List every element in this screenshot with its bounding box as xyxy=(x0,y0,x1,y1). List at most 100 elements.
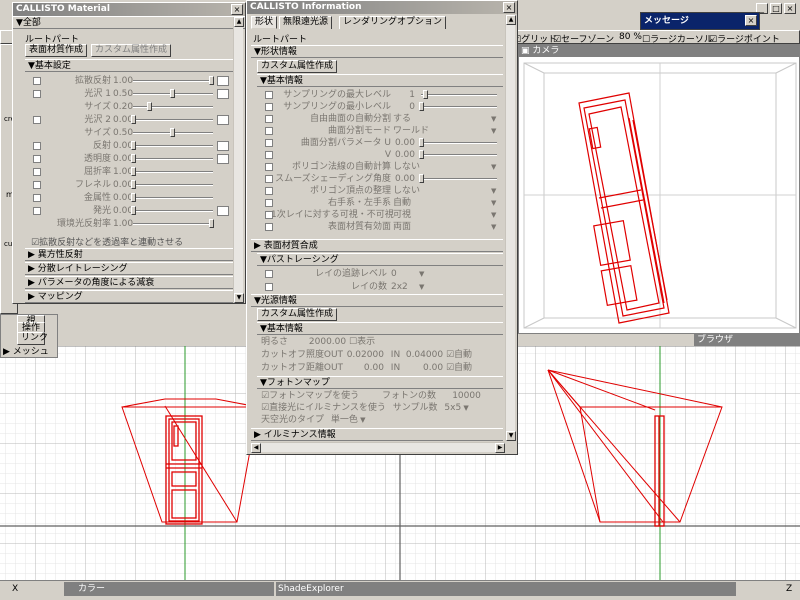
material-param-slider-track[interactable] xyxy=(133,158,213,160)
shape-param-value[interactable]: 0.00 xyxy=(393,149,415,161)
path-tracing-section[interactable]: ▼パストレーシング xyxy=(257,253,503,266)
chevron-down-icon[interactable]: ▼ xyxy=(491,161,496,173)
material-scrollbar[interactable]: ▲ ▼ xyxy=(233,17,244,303)
light-custom-attribute-button[interactable]: カスタム属性作成 xyxy=(257,308,338,321)
material-param-slider-thumb[interactable] xyxy=(209,76,214,85)
tab-render-options[interactable]: レンダリングオプション xyxy=(339,16,447,29)
shape-param-slider-thumb[interactable] xyxy=(419,174,424,183)
chevron-down-icon[interactable]: ▼ xyxy=(419,281,424,293)
material-param-color-swatch[interactable] xyxy=(217,76,229,86)
shape-custom-attribute-button[interactable]: カスタム属性作成 xyxy=(257,60,338,73)
chevron-down-icon[interactable]: ▼ xyxy=(419,268,424,280)
info-scroll-down[interactable]: ▼ xyxy=(506,431,516,441)
shape-param-slider-thumb[interactable] xyxy=(419,102,424,111)
cutoff-distance-in-value[interactable]: 0.00 xyxy=(403,362,443,374)
photon-count-value[interactable]: 10000 xyxy=(439,390,481,402)
material-param-slider-thumb[interactable] xyxy=(131,115,136,124)
material-param-slider-thumb[interactable] xyxy=(131,180,136,189)
material-param-slider-thumb[interactable] xyxy=(131,154,136,163)
photon-map-section[interactable]: ▼フォトンマップ xyxy=(257,376,503,389)
shape-param-value[interactable]: 0 xyxy=(393,101,415,113)
shape-param-select[interactable]: 両面 xyxy=(393,221,411,233)
material-param-value[interactable]: 1.00 xyxy=(113,218,133,230)
material-param-color-swatch[interactable] xyxy=(217,154,229,164)
shape-param-slider-thumb[interactable] xyxy=(423,90,428,99)
material-param-slider-thumb[interactable] xyxy=(131,141,136,150)
material-root-section[interactable]: ▼全部 xyxy=(13,16,245,29)
shape-param-select[interactable]: しない xyxy=(393,185,420,197)
cutoff-distance-auto-checkbox[interactable]: ☑ xyxy=(446,363,454,373)
sky-light-type-select[interactable]: 単一色 xyxy=(331,415,358,425)
material-param-value[interactable]: 0.50 xyxy=(113,88,133,100)
shape-param-slider-thumb[interactable] xyxy=(419,138,424,147)
material-param-slider-thumb[interactable] xyxy=(131,193,136,202)
info-hscrollbar[interactable]: ◀ ▶ xyxy=(251,442,505,453)
material-param-slider-thumb[interactable] xyxy=(209,219,214,228)
material-param-value[interactable]: 1.00 xyxy=(113,75,133,87)
path-param-checkbox[interactable] xyxy=(265,270,273,278)
path-param-checkbox[interactable] xyxy=(265,283,273,291)
brightness-value[interactable]: 2000.00 xyxy=(309,337,346,347)
material-param-slider-track[interactable] xyxy=(133,223,213,225)
material-scroll-up[interactable]: ▲ xyxy=(234,17,244,27)
material-param-color-swatch[interactable] xyxy=(217,89,229,99)
material-param-slider-track[interactable] xyxy=(133,80,213,82)
message-close-button[interactable]: × xyxy=(745,15,757,26)
material-param-slider-track[interactable] xyxy=(133,106,213,108)
shape-info-section[interactable]: ▼形状情報 xyxy=(251,45,503,58)
direct-illuminance-checkbox[interactable]: ☑ xyxy=(261,403,269,413)
material-param-color-swatch[interactable] xyxy=(217,141,229,151)
chevron-down-icon[interactable]: ▼ xyxy=(491,221,496,233)
material-param-slider-thumb[interactable] xyxy=(170,128,175,137)
tab-infinite-light[interactable]: 無限遠光源 xyxy=(279,16,333,29)
tab-shape[interactable]: 形状 xyxy=(251,16,278,29)
mapping-section[interactable]: ▶ マッピング xyxy=(25,290,233,303)
path-param-select[interactable]: 2x2 xyxy=(391,281,408,293)
material-param-slider-thumb[interactable] xyxy=(131,167,136,176)
material-param-value[interactable]: 0.20 xyxy=(113,101,133,113)
material-param-slider-track[interactable] xyxy=(133,184,213,186)
shape-param-value[interactable]: 0.00 xyxy=(393,173,415,185)
shape-param-select[interactable]: する xyxy=(393,113,411,125)
info-scroll-left[interactable]: ◀ xyxy=(251,443,261,453)
material-param-value[interactable]: 0.50 xyxy=(113,127,133,139)
maximize-button[interactable]: □ xyxy=(770,3,782,14)
sky-light-dropdown-icon[interactable]: ▼ xyxy=(358,416,365,424)
cutoff-illuminance-out-value[interactable]: 0.02000 xyxy=(346,349,384,361)
display-checkbox[interactable]: ☐ xyxy=(349,337,357,347)
sample-count-dropdown-icon[interactable]: ▼ xyxy=(461,404,468,412)
chevron-down-icon[interactable]: ▼ xyxy=(491,185,496,197)
shape-param-value[interactable]: 0.00 xyxy=(393,137,415,149)
shape-param-value[interactable]: 1 xyxy=(393,89,415,101)
basic-settings-section[interactable]: ▼基本設定 xyxy=(25,59,233,72)
material-param-slider-track[interactable] xyxy=(133,210,213,212)
shape-param-slider-track[interactable] xyxy=(421,94,497,96)
shape-param-slider-track[interactable] xyxy=(421,154,497,156)
material-param-slider-track[interactable] xyxy=(133,119,213,121)
chevron-down-icon[interactable]: ▼ xyxy=(491,197,496,209)
info-scrollbar[interactable]: ▲ ▼ xyxy=(505,15,516,441)
shape-param-select[interactable]: ワールド xyxy=(393,125,429,137)
info-close-button[interactable]: × xyxy=(503,2,515,13)
camera-sizer-icon[interactable]: ▣ xyxy=(521,46,530,56)
shade-explorer-tab[interactable]: ShadeExplorer xyxy=(276,582,736,596)
chevron-down-icon[interactable]: ▼ xyxy=(491,209,496,221)
camera-view[interactable] xyxy=(519,58,800,334)
shape-basic-section[interactable]: ▼基本情報 xyxy=(257,74,503,87)
material-param-slider-track[interactable] xyxy=(133,171,213,173)
composite-material-section[interactable]: ▶ 表面材質合成 xyxy=(251,239,503,252)
distributed-raytracing-section[interactable]: ▶ 分散レイトレーシング xyxy=(25,262,233,275)
color-panel-tab[interactable]: カラー xyxy=(64,582,274,596)
shape-param-slider-track[interactable] xyxy=(421,178,497,180)
info-scroll-right[interactable]: ▶ xyxy=(495,443,505,453)
shape-param-select[interactable]: しない xyxy=(393,161,420,173)
material-param-slider-track[interactable] xyxy=(133,197,213,199)
angle-attenuation-section[interactable]: ▶ パラメータの角度による減衰 xyxy=(25,276,233,289)
cutoff-distance-out-value[interactable]: 0.00 xyxy=(346,362,384,374)
anisotropic-section[interactable]: ▶ 異方性反射 xyxy=(25,248,233,261)
shape-param-slider-track[interactable] xyxy=(421,106,497,108)
material-close-button[interactable]: × xyxy=(231,4,243,15)
shape-param-slider-track[interactable] xyxy=(421,142,497,144)
material-param-slider-thumb[interactable] xyxy=(131,206,136,215)
cutoff-illuminance-auto-checkbox[interactable]: ☑ xyxy=(446,350,454,360)
